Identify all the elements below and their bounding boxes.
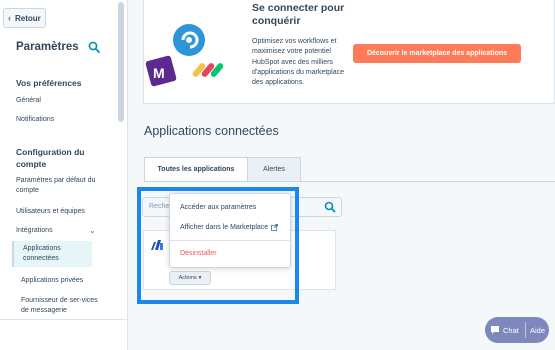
back-button[interactable]: ‹ Retour bbox=[3, 8, 46, 28]
sidebar-item-users-teams[interactable]: Utilisateurs et équipes bbox=[16, 207, 116, 217]
tabs-underline bbox=[144, 181, 555, 182]
banner-title: Se connecter pour conquérir bbox=[252, 2, 345, 27]
search-icon[interactable] bbox=[321, 199, 339, 215]
back-label: Retour bbox=[15, 13, 41, 23]
svg-text:M: M bbox=[153, 65, 165, 81]
section-preferences: Vos préférences bbox=[16, 78, 82, 88]
sidebar-item-account-defaults[interactable]: Paramètres par défaut du compte bbox=[16, 176, 111, 196]
help-button[interactable]: Aide bbox=[526, 326, 545, 335]
help-label: Aide bbox=[530, 325, 546, 335]
section-account-config: Configuration du compte bbox=[16, 147, 85, 169]
tab-alerts[interactable]: Alertes bbox=[248, 157, 301, 182]
chat-button[interactable]: Chat bbox=[485, 325, 525, 335]
sidebar-item-notifications[interactable]: Notifications bbox=[16, 115, 116, 125]
sidebar-divider bbox=[0, 319, 127, 320]
chevron-down-icon[interactable]: ⌄ bbox=[89, 226, 96, 235]
discover-marketplace-button[interactable]: Découvrir le marketplace des application… bbox=[353, 44, 521, 63]
highlight-box bbox=[137, 187, 299, 304]
sidebar-item-general[interactable]: Général bbox=[16, 96, 116, 106]
search-icon[interactable] bbox=[88, 41, 100, 53]
chat-widget[interactable]: Chat Aide bbox=[485, 317, 549, 343]
chat-bubble-icon bbox=[491, 326, 499, 334]
sidebar-item-integrations[interactable]: Intégrations bbox=[16, 226, 116, 236]
sidebar-scrollbar[interactable] bbox=[118, 2, 124, 122]
sidebar-item-connected-apps[interactable]: Applications connectées bbox=[12, 241, 92, 267]
sidebar-item-email-provider[interactable]: Fournisseur de ser-vices de messagerie bbox=[21, 296, 101, 316]
settings-sidebar: ‹ Retour Paramètres Vos préférences Géné… bbox=[0, 0, 128, 350]
marketplace-illustration-icon: M bbox=[145, 24, 224, 87]
page-title: Applications connectées bbox=[144, 124, 279, 138]
sidebar-item-private-apps[interactable]: Applications privées bbox=[21, 276, 121, 286]
marketplace-banner: M Se connecter pour conquérir Optimisez … bbox=[143, 0, 555, 104]
sidebar-title: Paramètres bbox=[16, 41, 79, 53]
chevron-left-icon: ‹ bbox=[8, 13, 11, 23]
chat-label: Chat bbox=[503, 325, 519, 335]
tab-all-apps[interactable]: Toutes les applications bbox=[144, 157, 248, 182]
banner-description: Optimisez vos workflows et maximisez vot… bbox=[252, 38, 345, 87]
